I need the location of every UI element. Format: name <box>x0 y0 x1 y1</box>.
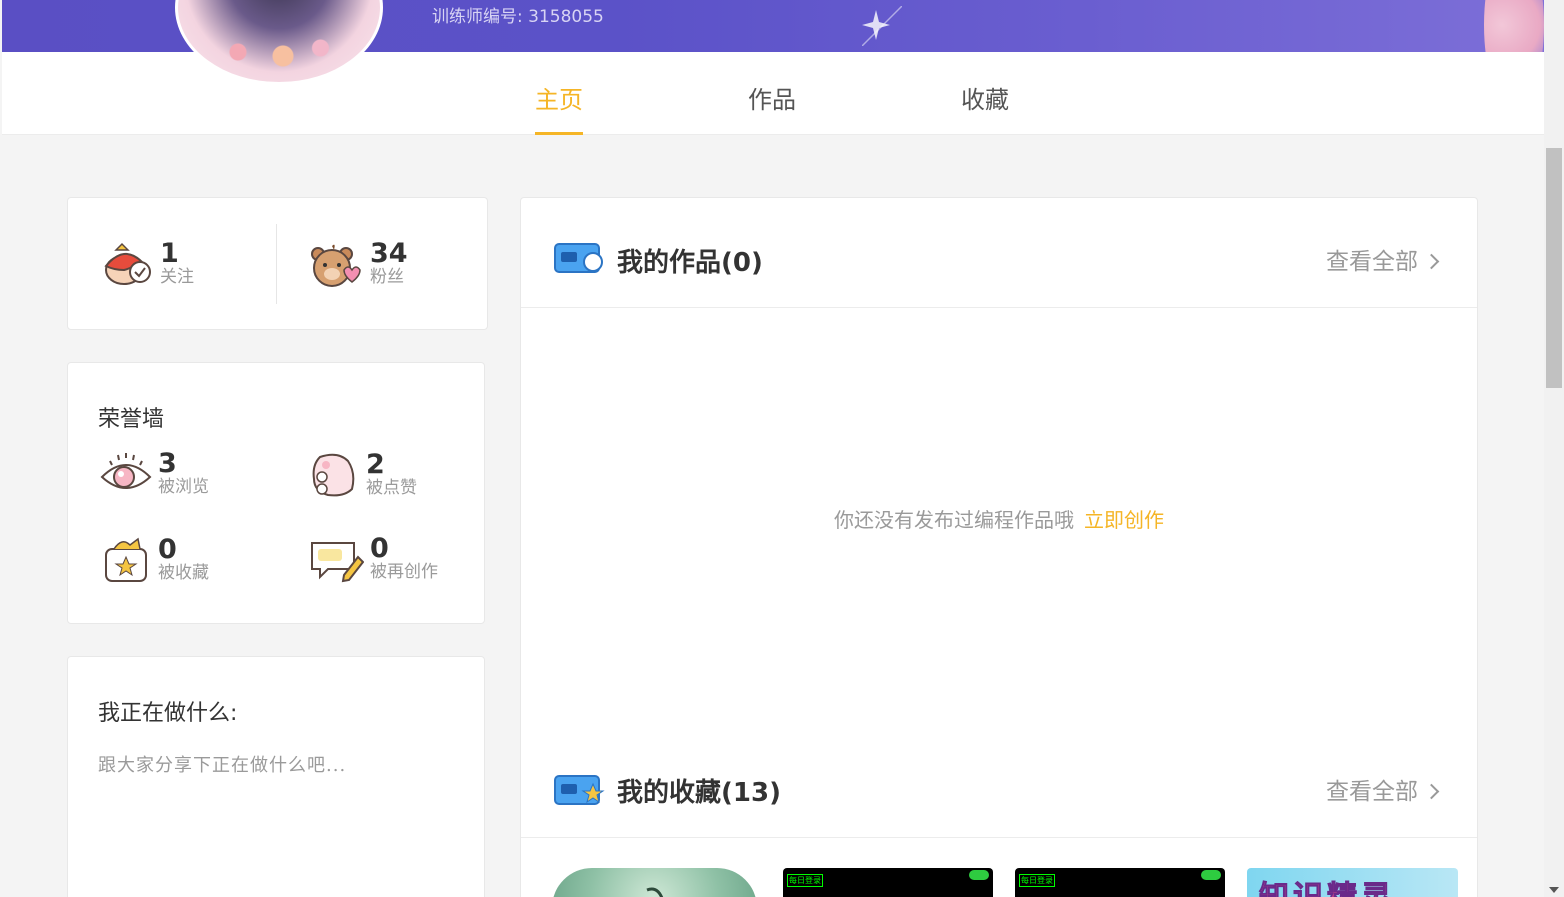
collection-thumbnail[interactable] <box>552 868 757 897</box>
moon-decoration <box>1484 0 1544 52</box>
my-collections-title: 我的收藏(13) <box>617 778 781 808</box>
thumbnail-title: 知识精灵 <box>1259 872 1395 897</box>
remixed-stat: 0 被再创作 <box>308 535 438 583</box>
fans-stat[interactable]: 34 粉丝 <box>308 240 408 288</box>
views-stat: 3 被浏览 <box>100 448 209 497</box>
status-input[interactable]: 跟大家分享下正在做什么吧... <box>98 751 346 777</box>
collection-thumbnail[interactable]: 每日登录 <box>1015 868 1225 897</box>
tab-favorites[interactable]: 收藏 <box>961 80 1009 135</box>
collected-label: 被收藏 <box>158 563 209 583</box>
my-works-header: 我的作品(0) 查看全部 <box>521 198 1477 308</box>
eye-icon <box>100 453 152 489</box>
paw-icon <box>312 453 355 497</box>
divider <box>276 224 277 304</box>
my-works-view-all[interactable]: 查看全部 <box>1326 242 1440 276</box>
chevron-right-icon <box>1423 253 1440 270</box>
scroll-down-arrow-icon[interactable] <box>1549 887 1559 893</box>
thumbnail-label: 每日登录 <box>787 874 823 887</box>
main-content-card: 我的作品(0) 查看全部 你还没有发布过编程作品哦 立即创作 我的收藏(13) 查… <box>520 197 1478 897</box>
trainer-id: 训练师编号: 3158055 <box>432 7 604 27</box>
scrollbar-thumb[interactable] <box>1546 148 1562 388</box>
following-label: 关注 <box>160 267 194 287</box>
chevron-right-icon <box>1423 783 1440 800</box>
following-count: 1 <box>160 238 179 269</box>
scrollbar[interactable] <box>1544 0 1564 897</box>
fans-label: 粉丝 <box>370 267 404 287</box>
pencil-board-icon <box>311 542 364 583</box>
likes-label: 被点赞 <box>366 478 417 498</box>
status-card: 我正在做什么: 跟大家分享下正在做什么吧... <box>67 656 485 897</box>
my-collections-header: 我的收藏(13) 查看全部 <box>521 728 1477 838</box>
my-collections-view-all[interactable]: 查看全部 <box>1326 772 1440 806</box>
collection-thumbnail[interactable]: 每日登录 <box>783 868 993 897</box>
status-title: 我正在做什么: <box>98 701 238 726</box>
remixed-count: 0 <box>370 533 389 564</box>
tab-home[interactable]: 主页 <box>535 80 583 135</box>
likes-stat: 2 被点赞 <box>308 451 417 499</box>
bear-heart-icon <box>311 244 361 287</box>
collections-folder-icon <box>554 775 605 805</box>
honor-wall-card: 荣誉墙 3 被浏览 2 被点赞 0 被收藏 0 被再创作 <box>67 362 485 624</box>
following-stat[interactable]: 1 关注 <box>102 240 194 288</box>
honor-wall-title: 荣誉墙 <box>98 407 165 432</box>
following-icon <box>104 242 151 285</box>
likes-count: 2 <box>366 449 385 480</box>
collected-count: 0 <box>158 534 177 565</box>
collected-stat: 0 被收藏 <box>100 535 209 585</box>
tab-works[interactable]: 作品 <box>748 80 796 135</box>
leaf-icon <box>646 887 664 897</box>
empty-works-text: 你还没有发布过编程作品哦 <box>834 508 1074 532</box>
works-folder-icon <box>554 243 603 273</box>
empty-works-message: 你还没有发布过编程作品哦 立即创作 <box>521 504 1477 533</box>
views-label: 被浏览 <box>158 477 209 497</box>
my-works-title: 我的作品(0) <box>617 248 763 278</box>
views-count: 3 <box>158 448 177 479</box>
toggle-icon <box>1201 870 1221 880</box>
sparkle-icon <box>862 6 902 46</box>
create-now-link[interactable]: 立即创作 <box>1084 508 1164 532</box>
collection-thumbnail[interactable]: 知识精灵 <box>1247 868 1458 897</box>
star-bag-icon <box>105 537 147 582</box>
remixed-label: 被再创作 <box>370 562 438 582</box>
thumbnail-label: 每日登录 <box>1019 874 1055 887</box>
fans-count: 34 <box>370 238 408 269</box>
follow-stats-card: 1 关注 34 粉丝 <box>67 197 488 330</box>
toggle-icon <box>969 870 989 880</box>
